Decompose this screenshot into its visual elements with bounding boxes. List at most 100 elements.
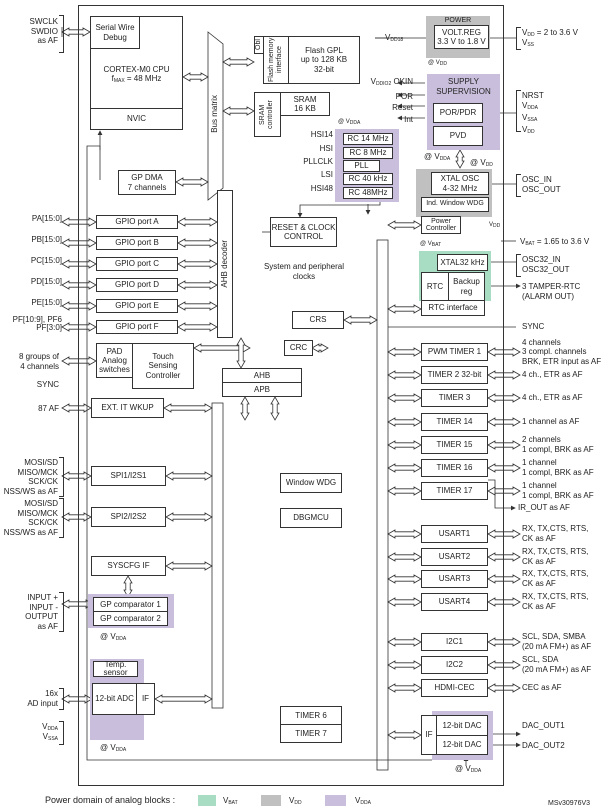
backup-registers[interactable]: Backup reg (448, 272, 485, 301)
oscillator-block[interactable]: PLL (343, 160, 380, 172)
syscfg-block[interactable]: SYSCFG IF (91, 556, 166, 576)
peripheral-block[interactable]: TIMER 16 (421, 459, 488, 477)
rtc-block[interactable]: RTC (421, 272, 449, 301)
timer7-block[interactable]: TIMER 7 (280, 724, 342, 743)
cpu-label: CORTEX-M0 CPU fMAX = 48 MHz (91, 65, 182, 85)
peripheral-block[interactable]: HDMI-CEC (421, 679, 488, 697)
gpio-port-block[interactable]: GPIO port B (96, 236, 178, 250)
touch-sensing-controller[interactable]: Touch Sensing Controller (132, 343, 194, 389)
oscillator-block[interactable]: RC 48MHz (343, 187, 393, 199)
window-wdg-block[interactable]: Window WDG (280, 473, 342, 493)
spi2-block[interactable]: SPI2/I2S2 (91, 507, 166, 527)
ahb-decoder-block[interactable]: AHB decoder (217, 190, 233, 338)
label: Reset (392, 103, 413, 112)
independent-watchdog[interactable]: Ind. Window WDG (421, 197, 489, 212)
cpu-block[interactable]: Serial Wire Debug CORTEX-M0 CPU fMAX = 48… (90, 16, 183, 130)
comparator-domain-label: @ VDDA (100, 632, 126, 642)
comparator-2[interactable]: GP comparator 2 (93, 611, 168, 626)
por-pdr-block[interactable]: POR/PDR (433, 103, 483, 123)
gpio-port-block[interactable]: GPIO port F (96, 320, 178, 334)
serial-wire-debug-block[interactable]: Serial Wire Debug (90, 16, 140, 49)
peripheral-block[interactable]: I2C1 (421, 633, 488, 651)
oscillator-block[interactable]: RC 40 kHz (343, 173, 393, 185)
adc-block[interactable]: 12-bit ADC (92, 683, 137, 715)
gp-dma-block[interactable]: GP DMA 7 channels (118, 170, 176, 195)
label: SRAM controller (259, 100, 275, 129)
peripheral-block[interactable]: TIMER 15 (421, 436, 488, 454)
label: 16 KB (294, 104, 316, 113)
adc-interface[interactable]: IF (136, 683, 155, 715)
figure-reference: MSv30976V3 (548, 800, 591, 807)
peripheral-block[interactable]: TIMER 17 (421, 482, 488, 500)
apb-bridge[interactable]: APB (222, 382, 302, 397)
label: BRK, ETR input as AF (522, 356, 602, 366)
label: OUTPUT (25, 612, 58, 622)
port-label: PE[15:0] (31, 298, 62, 307)
peripheral-block[interactable]: USART4 (421, 593, 488, 611)
label: RX, TX,CTS, RTS, (522, 569, 589, 579)
dac-domain-label: @ VDDA (455, 764, 481, 774)
touch-input-label: 8 groups of 4 channels (19, 352, 59, 371)
rtc-interface[interactable]: RTC interface (421, 300, 485, 316)
peripheral-block[interactable]: I2C2 (421, 656, 488, 674)
temp-sensor[interactable]: Temp. sensor (93, 661, 138, 677)
port-label: PC[15:0] (30, 256, 62, 265)
reset-clock-control[interactable]: RESET & CLOCK CONTROL (270, 217, 337, 247)
dbgmcu-block[interactable]: DBGMCU (280, 508, 342, 528)
peripheral-block[interactable]: PWM TIMER 1 (421, 343, 488, 361)
nvic-block[interactable]: NVIC (90, 108, 183, 130)
dac-interface[interactable]: IF (421, 715, 437, 755)
gpio-port-block[interactable]: GPIO port D (96, 278, 178, 292)
dac2-block[interactable]: 12-bit DAC (436, 735, 488, 755)
pvd-block[interactable]: PVD (433, 126, 483, 146)
label: 4 ch., ETR as AF (522, 370, 583, 380)
crc-block[interactable]: CRC (284, 340, 313, 356)
pad-analog-switches[interactable]: PAD Analog switches (96, 343, 133, 378)
oscillator-block[interactable]: RC 8 MHz (343, 147, 393, 159)
label: as AF (37, 621, 58, 631)
flash-block[interactable]: Flash GPL up to 128 KB 32-bit (288, 36, 360, 84)
ext-it-wkup-block[interactable]: EXT. IT WKUP (91, 398, 164, 418)
label: 1 compl, BRK as AF (522, 467, 594, 477)
xtal32-block[interactable]: XTAL32 kHz (437, 254, 488, 271)
label: 1 channel (522, 458, 557, 468)
vdda-domain-label: @ VDDA (424, 152, 450, 162)
peripheral-block[interactable]: TIMER 3 (421, 389, 488, 407)
label: DDA (349, 120, 361, 126)
label: RX, TX,CTS, RTS, (522, 547, 589, 557)
dac-out2-label: DAC_OUT2 (522, 741, 565, 750)
crs-block[interactable]: CRS (292, 311, 344, 329)
label: @ (338, 119, 346, 125)
sram-block[interactable]: SRAM 16 KB (280, 92, 330, 116)
gpio-port-block[interactable]: GPIO port E (96, 299, 178, 313)
label: DDIO2 (375, 81, 392, 87)
label: @ (420, 241, 428, 247)
dac1-block[interactable]: 12-bit DAC (436, 715, 488, 736)
gpio-port-block[interactable]: GPIO port A (96, 215, 178, 229)
label: 3.3 V to 1.8 V (437, 37, 486, 46)
xtal-osc-block[interactable]: XTAL OSC 4-32 MHz (431, 172, 489, 195)
peripheral-block[interactable]: TIMER 14 (421, 413, 488, 431)
peripheral-block[interactable]: USART3 (421, 570, 488, 588)
gpio-port-block[interactable]: GPIO port C (96, 257, 178, 271)
peripheral-block[interactable]: USART1 (421, 525, 488, 543)
power-controller[interactable]: Power Controller (421, 216, 461, 234)
label: 1 channel (522, 481, 557, 491)
peripheral-pins: 1 channel as AF (522, 417, 579, 427)
spi1-block[interactable]: SPI1/I2S1 (91, 466, 166, 486)
legend-swatch-vdda (325, 795, 346, 806)
label: DDA (470, 768, 482, 774)
flash-interface-block[interactable]: Flash memory interface (263, 36, 289, 84)
peripheral-block[interactable]: TIMER 2 32-bit (421, 366, 488, 384)
label: NSS/WS as AF (3, 486, 58, 496)
peripheral-block[interactable]: USART2 (421, 548, 488, 566)
label: = 1.65 to 3.6 V (534, 237, 590, 246)
sync-output-label: SYNC (522, 322, 545, 331)
oscillator-block[interactable]: RC 14 MHz (343, 133, 393, 145)
ahb-bridge[interactable]: AHB (222, 368, 302, 383)
timer6-block[interactable]: TIMER 6 (280, 706, 342, 725)
sram-controller-block[interactable]: SRAM controller (254, 92, 281, 137)
comparator-1[interactable]: GP comparator 1 (93, 597, 168, 612)
label: RESET & CLOCK (271, 222, 336, 232)
voltage-regulator[interactable]: VOLT.REG 3.3 V to 1.8 V (434, 25, 489, 49)
